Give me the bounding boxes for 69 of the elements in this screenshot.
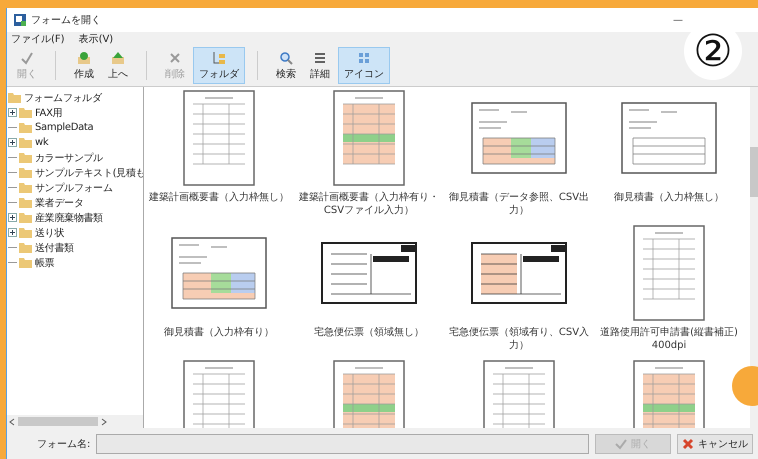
- toolbar-button[interactable]: 上へ: [102, 47, 134, 84]
- folder-icon: [19, 212, 33, 223]
- form-thumbnail[interactable]: [633, 360, 705, 428]
- tree-item[interactable]: FAX用: [8, 105, 142, 120]
- form-name-field[interactable]: [96, 434, 589, 454]
- window-title: フォームを開く: [31, 14, 102, 27]
- check-icon: [615, 438, 627, 450]
- tree-item[interactable]: wk: [8, 135, 142, 150]
- form-thumbnail[interactable]: [183, 90, 255, 186]
- folder-icon: [19, 122, 33, 133]
- form-name: 宅急便伝票（領域無し）: [313, 326, 425, 339]
- tree-item[interactable]: 送り状: [8, 225, 142, 240]
- cancel-button[interactable]: キャンセル: [677, 434, 753, 454]
- check-icon: [20, 50, 34, 64]
- form-thumbnail[interactable]: [333, 360, 405, 428]
- search-icon: [279, 50, 293, 64]
- folder-icon: [19, 152, 33, 163]
- tree-item[interactable]: フォームフォルダ: [8, 90, 142, 105]
- close-icon: [682, 438, 694, 450]
- form-thumbnail[interactable]: [321, 242, 417, 304]
- tree-item[interactable]: サンプルフォーム: [8, 180, 142, 195]
- form-thumbnail[interactable]: [183, 360, 255, 428]
- folder-icon: [19, 167, 33, 178]
- folder-icon: [19, 257, 33, 268]
- list-icon: [313, 50, 327, 64]
- folder-icon: [19, 242, 33, 253]
- form-name-label: フォーム名:: [37, 438, 90, 450]
- form-thumbnail[interactable]: [333, 90, 405, 186]
- folder-tree-icon: [212, 50, 226, 64]
- horizontal-scrollbar[interactable]: [7, 415, 143, 428]
- form-name: 宅急便伝票（領域有り、CSV入力）: [448, 326, 590, 352]
- form-thumbnail[interactable]: [483, 360, 555, 428]
- folder-icon: [19, 182, 33, 193]
- tree-item[interactable]: 業者データ: [8, 195, 142, 210]
- form-thumbnail[interactable]: [171, 237, 267, 309]
- form-thumbnail[interactable]: [621, 102, 717, 174]
- minimize-button[interactable]: —: [673, 14, 683, 26]
- toolbar-button[interactable]: 検索: [270, 47, 302, 84]
- form-name: 道路使用許可申請書(縦書補正) 400dpi: [599, 326, 739, 352]
- form-name: 御見積書（入力枠無し）: [613, 191, 725, 204]
- up-icon: [111, 50, 125, 64]
- scroll-right-icon[interactable]: [101, 418, 107, 426]
- tree-item[interactable]: 帳票: [8, 255, 142, 270]
- folder-icon: [19, 227, 33, 238]
- scroll-left-icon[interactable]: [9, 418, 15, 426]
- tree-item[interactable]: カラーサンプル: [8, 150, 142, 165]
- form-name: 建築計画概要書（入力枠無し）: [148, 191, 290, 204]
- folder-icon: [19, 107, 33, 118]
- toolbar-button[interactable]: アイコン: [338, 47, 390, 84]
- delete-icon: [168, 50, 182, 64]
- toolbar-button[interactable]: 作成: [68, 47, 100, 84]
- grid-icon: [357, 50, 371, 64]
- form-name: 建築計画概要書（入力枠有り・CSVファイル入力）: [298, 191, 440, 217]
- app-icon: [13, 13, 27, 27]
- form-name: 御見積書（データ参照、CSV出力）: [448, 191, 590, 217]
- folder-icon: [19, 137, 33, 148]
- form-thumbnail[interactable]: [471, 102, 567, 174]
- folder-icon: [19, 197, 33, 208]
- menu-item[interactable]: 表示(V): [78, 32, 114, 46]
- toolbar-button[interactable]: フォルダ: [193, 47, 245, 84]
- tree-item[interactable]: 送付書類: [8, 240, 142, 255]
- tree-item[interactable]: SampleData: [8, 120, 142, 135]
- form-name: 御見積書（入力枠有り）: [163, 326, 275, 339]
- form-thumbnail[interactable]: [471, 242, 567, 304]
- form-thumbnail[interactable]: [633, 225, 705, 321]
- tree-item[interactable]: 産業廃棄物書類: [8, 210, 142, 225]
- toolbar-button[interactable]: 詳細: [304, 47, 336, 84]
- folder-icon: [8, 92, 22, 103]
- menu-item[interactable]: ファイル(F): [11, 32, 65, 46]
